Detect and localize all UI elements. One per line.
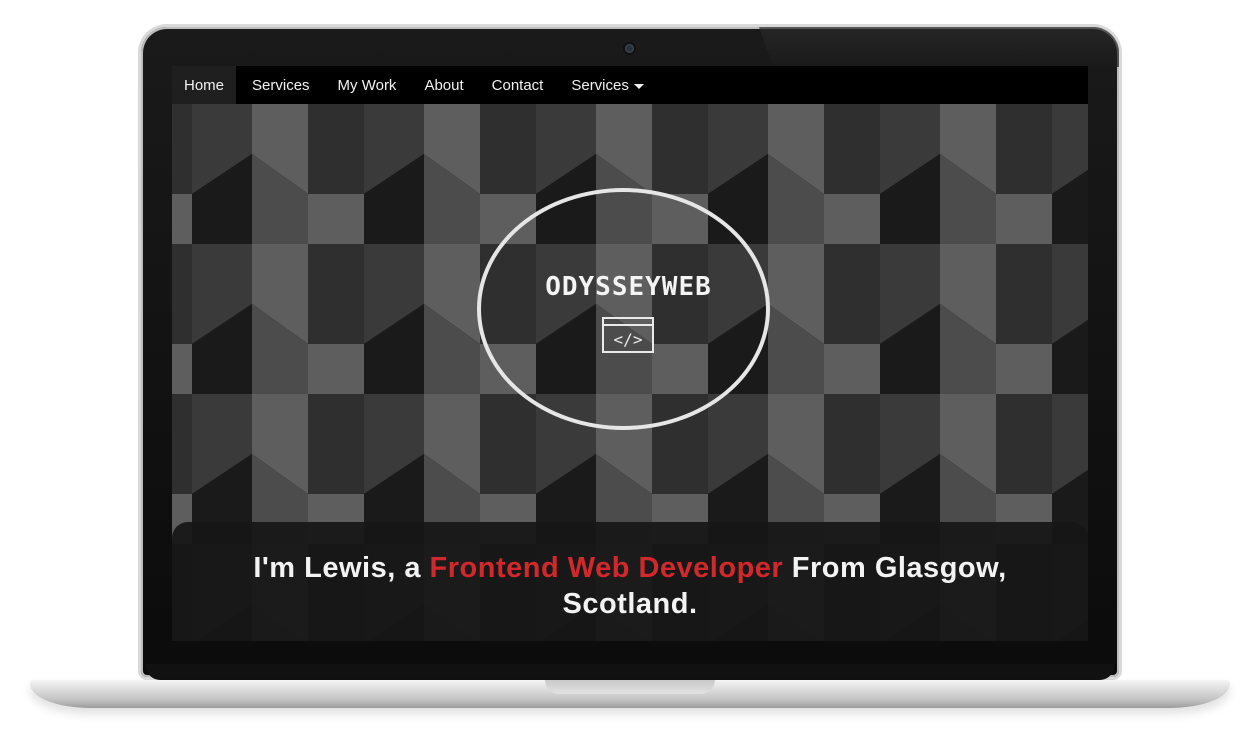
webcam-icon <box>625 44 634 53</box>
tagline-prefix: I'm Lewis, a <box>253 552 430 584</box>
nav-about[interactable]: About <box>410 66 477 104</box>
nav-home[interactable]: Home <box>172 66 237 104</box>
code-icon-text: </> <box>614 330 643 349</box>
logo-circle <box>477 188 770 430</box>
nav-my-work[interactable]: My Work <box>324 66 411 104</box>
nav-contact[interactable]: Contact <box>478 66 558 104</box>
nav-dropdown-label: Services <box>571 76 629 94</box>
lid-reflection <box>759 27 1119 67</box>
caret-down-icon <box>633 83 644 89</box>
nav-contact-label: Contact <box>491 76 544 94</box>
nav-my-work-label: My Work <box>337 76 397 94</box>
nav-home-label: Home <box>184 76 225 94</box>
nav-services-label: Services <box>252 76 310 94</box>
nav-about-label: About <box>424 76 464 94</box>
code-icon: </> <box>602 317 654 353</box>
laptop-screen: Home Services My Work About Contact Serv… <box>172 66 1088 641</box>
tagline-highlight: Frontend Web Developer <box>429 552 784 584</box>
nav-services[interactable]: Services <box>238 66 324 104</box>
hero-tagline: I'm Lewis, a Frontend Web Developer From… <box>212 550 1048 622</box>
nav-services-dropdown[interactable]: Services <box>557 66 658 104</box>
laptop-mockup: Home Services My Work About Contact Serv… <box>0 0 1260 756</box>
brand-name: ODYSSEYWEB <box>545 272 712 302</box>
top-navbar: Home Services My Work About Contact Serv… <box>172 66 1088 104</box>
laptop-bezel-bottom <box>146 664 1114 680</box>
laptop-opening-notch <box>545 680 715 694</box>
